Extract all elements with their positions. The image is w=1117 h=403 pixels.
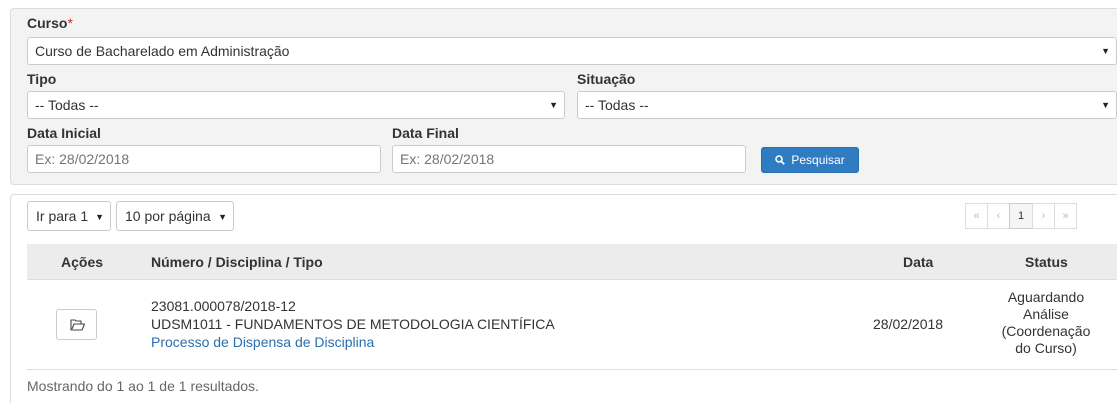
caret-down-icon: ▼ (1101, 46, 1110, 56)
status-text: Aguardando Análise (Coordenação do Curso… (996, 289, 1096, 357)
tipo-select-value: -- Todas -- (35, 97, 99, 113)
situacao-label: Situação (577, 71, 636, 87)
discipline-name: UDSM1011 - FUNDAMENTOS DE METODOLOGIA CI… (151, 316, 555, 332)
pagination-last[interactable]: » (1054, 203, 1077, 229)
data-inicial-label: Data Inicial (27, 125, 101, 141)
open-process-button[interactable] (56, 309, 97, 340)
process-number: 23081.000078/2018-12 (151, 298, 296, 314)
pagination-first[interactable]: « (965, 203, 988, 229)
goto-page-value: Ir para 1 (36, 208, 89, 224)
row-divider (27, 369, 1117, 370)
search-button-label: Pesquisar (791, 153, 845, 167)
per-page-value: 10 por página (125, 208, 211, 224)
data-final-input[interactable] (392, 145, 746, 173)
tipo-label: Tipo (27, 71, 57, 87)
caret-down-icon: ▼ (549, 100, 558, 110)
row-date: 28/02/2018 (873, 316, 944, 332)
pagination: « ‹ 1 › » (965, 203, 1077, 229)
process-type-link[interactable]: Processo de Dispensa de Disciplina (151, 334, 374, 351)
search-button[interactable]: Pesquisar (761, 147, 859, 173)
pagination-current[interactable]: 1 (1009, 203, 1033, 229)
status-line: (Coordenação (1001, 323, 1091, 339)
caret-down-icon: ▼ (218, 212, 227, 222)
pagination-next[interactable]: › (1032, 203, 1055, 229)
per-page-select[interactable]: 10 por página ▼ (116, 201, 234, 231)
column-header-numero: Número / Disciplina / Tipo (151, 254, 323, 270)
goto-page-select[interactable]: Ir para 1 ▼ (27, 201, 111, 231)
column-header-status: Status (1025, 254, 1068, 270)
status-line: Análise (1023, 306, 1069, 322)
data-inicial-input[interactable] (27, 145, 381, 173)
folder-open-icon (70, 319, 85, 331)
curso-label: Curso* (27, 15, 73, 31)
caret-down-icon: ▼ (1101, 100, 1110, 110)
situacao-select-value: -- Todas -- (585, 97, 649, 113)
data-final-label: Data Final (392, 125, 459, 141)
column-header-data: Data (903, 254, 934, 270)
curso-select[interactable]: Curso de Bacharelado em Administração ▼ (27, 37, 1117, 65)
tipo-select[interactable]: -- Todas -- ▼ (27, 91, 565, 119)
situacao-select[interactable]: -- Todas -- ▼ (577, 91, 1117, 119)
status-line: Aguardando (1007, 289, 1085, 305)
caret-down-icon: ▼ (95, 212, 104, 222)
column-header-acoes: Ações (61, 254, 104, 270)
results-summary: Mostrando do 1 ao 1 de 1 resultados. (27, 378, 259, 394)
search-icon (775, 155, 788, 167)
pagination-prev[interactable]: ‹ (987, 203, 1010, 229)
row-divider (27, 279, 1117, 280)
curso-select-value: Curso de Bacharelado em Administração (35, 43, 290, 59)
required-mark: * (67, 15, 73, 31)
status-line: do Curso) (1015, 340, 1077, 356)
